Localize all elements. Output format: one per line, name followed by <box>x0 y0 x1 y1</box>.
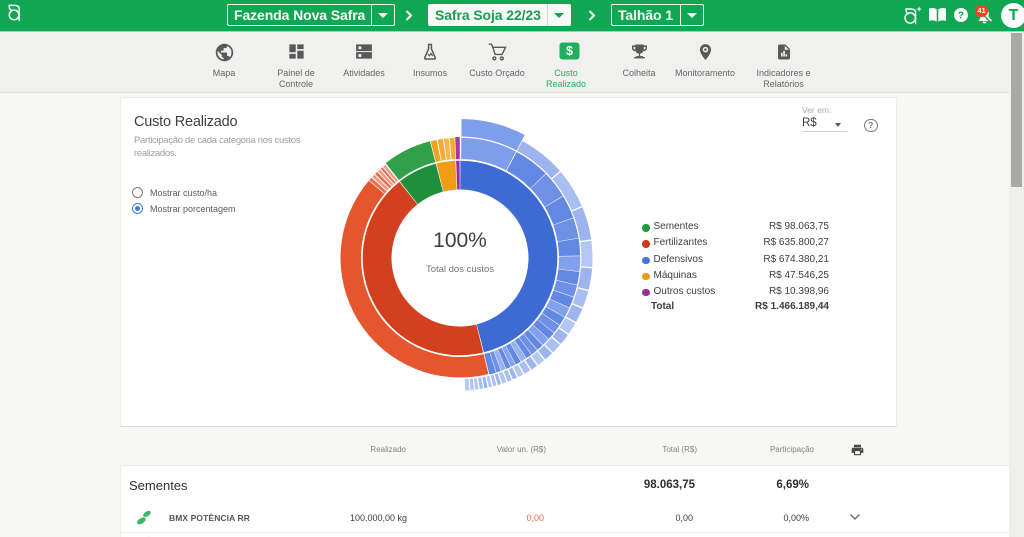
svg-text:?: ? <box>958 11 964 22</box>
svg-text:$: $ <box>566 44 573 58</box>
